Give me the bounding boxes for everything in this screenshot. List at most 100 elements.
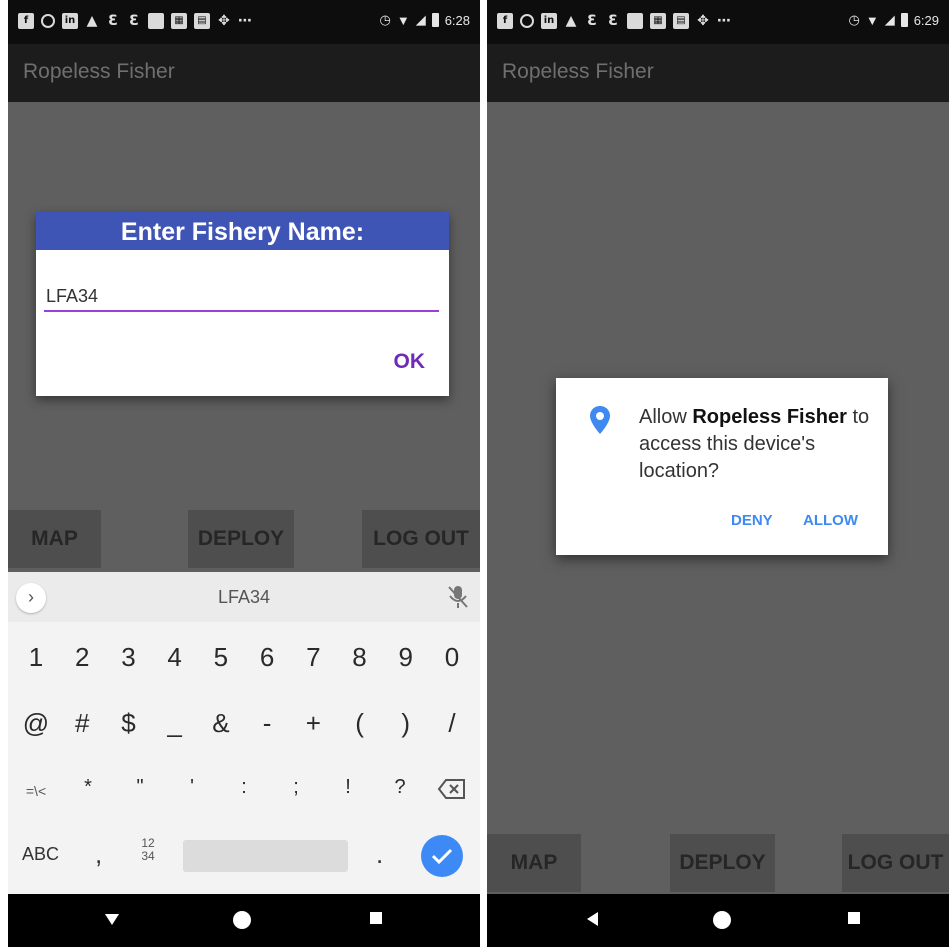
period-key[interactable]: . [376,839,383,870]
comma-key[interactable]: , [95,839,102,870]
mic-off-icon[interactable] [446,584,470,610]
more-notifications-icon: ⋯ [717,13,731,29]
key[interactable]: + [293,708,333,739]
status-bar: f in ▲ Ɛ Ɛ ▦ ▤ ✥ ⋯ ◷ ▼ ◢ 6:28 [8,0,480,44]
status-indicators: ◷ ▼ ◢ 6:28 [379,12,470,28]
deploy-button[interactable]: DEPLOY [188,510,294,568]
nyt-icon: Ɛ [108,13,118,29]
linkedin-icon: in [541,13,557,29]
keyboard-row-bottom: ABC , 12 34 . [8,835,480,877]
key[interactable]: ; [276,776,316,807]
check-icon [431,848,453,865]
gallery-icon: ▦ [171,13,187,29]
alarm-status-icon: ◷ [379,12,391,27]
news-icon: ▲ [86,13,98,29]
phone-screen-left: f in ▲ Ɛ Ɛ ▦ ▤ ✥ ⋯ ◷ ▼ ◢ 6:28 Ropeless F… [8,0,480,947]
keyboard-row-numbers: 1 2 3 4 5 6 7 8 9 0 [8,642,480,673]
key[interactable]: * [68,776,108,807]
app-bar: Ropeless Fisher [8,44,480,102]
key[interactable]: & [201,708,241,739]
numpad-key-bottom: 34 [141,849,155,863]
status-indicators: ◷ ▼ ◢ 6:29 [848,12,939,28]
key[interactable]: - [247,708,287,739]
linkedin-icon: in [62,13,78,29]
gallery-icon: ▦ [650,13,666,29]
key[interactable]: ) [386,708,426,739]
key[interactable]: 5 [201,642,241,673]
abc-key[interactable]: ABC [22,844,59,865]
navigation-bar [487,894,949,947]
key[interactable]: 2 [62,642,102,673]
key[interactable]: 6 [247,642,287,673]
location-pin-icon [590,406,610,434]
notification-icons: f in ▲ Ɛ Ɛ ▦ ▤ ✥ ⋯ [18,13,252,29]
key[interactable]: ? [380,776,420,807]
space-key[interactable] [183,840,348,872]
permission-message: Allow Ropeless Fisher to access this dev… [639,404,879,485]
fishery-name-dialog: Enter Fishery Name: OK [36,212,449,396]
facebook-icon: f [18,13,34,29]
back-icon[interactable] [583,909,603,929]
key[interactable]: 8 [340,642,380,673]
alarm-icon [41,14,55,28]
key[interactable]: : [224,776,264,807]
alarm-status-icon: ◷ [848,12,860,27]
suggestion-strip: › LFA34 [8,572,480,622]
pinwheel-icon: ✥ [218,13,230,29]
home-icon[interactable] [711,909,733,931]
phone-screen-right: f in ▲ Ɛ Ɛ ▦ ▤ ✥ ⋯ ◷ ▼ ◢ 6:29 Ropeless F… [487,0,949,947]
key[interactable]: $ [108,708,148,739]
app-bar: Ropeless Fisher [487,44,949,102]
square-app-icon [627,13,643,29]
backspace-key[interactable] [432,776,472,807]
signal-icon: ◢ [415,12,426,27]
app-title: Ropeless Fisher [23,60,175,83]
done-key[interactable] [421,835,463,877]
alarm-icon [520,14,534,28]
more-symbols-key[interactable]: =\< [16,776,56,807]
nyt-icon: Ɛ [587,13,597,29]
more-notifications-icon: ⋯ [238,13,252,29]
logout-button[interactable]: LOG OUT [362,510,480,568]
key[interactable]: 9 [386,642,426,673]
key[interactable]: # [62,708,102,739]
key[interactable]: ! [328,776,368,807]
key[interactable]: " [120,776,160,807]
signal-icon: ◢ [884,12,895,27]
ok-button[interactable]: OK [394,350,426,374]
recents-icon[interactable] [367,909,385,927]
calendar-icon: ▤ [194,13,210,29]
allow-button[interactable]: ALLOW [803,512,858,529]
deploy-button[interactable]: DEPLOY [670,834,775,892]
square-app-icon [148,13,164,29]
recents-icon[interactable] [845,909,863,927]
key[interactable]: _ [155,708,195,739]
fishery-name-input[interactable] [44,282,439,312]
logout-button[interactable]: LOG OUT [842,834,949,892]
key[interactable]: ( [340,708,380,739]
permission-app-name: Ropeless Fisher [692,406,847,428]
suggestion-word[interactable]: LFA34 [8,587,480,608]
key[interactable]: 7 [293,642,333,673]
back-triangle-icon[interactable] [102,909,122,929]
key[interactable]: 4 [155,642,195,673]
key[interactable]: 1 [16,642,56,673]
deny-button[interactable]: DENY [731,512,773,529]
map-button[interactable]: MAP [8,510,101,568]
status-bar: f in ▲ Ɛ Ɛ ▦ ▤ ✥ ⋯ ◷ ▼ ◢ 6:29 [487,0,949,44]
permission-prefix: Allow [639,406,687,428]
facebook-icon: f [497,13,513,29]
numpad-key[interactable]: 12 34 [138,837,158,863]
map-button[interactable]: MAP [487,834,581,892]
key[interactable]: 0 [432,642,472,673]
battery-icon [431,13,439,27]
key[interactable]: @ [16,708,56,739]
key[interactable]: ' [172,776,212,807]
key[interactable]: / [432,708,472,739]
home-icon[interactable] [231,909,253,931]
location-permission-dialog: Allow Ropeless Fisher to access this dev… [556,378,888,555]
app-title: Ropeless Fisher [502,60,654,83]
nyt-icon-2: Ɛ [129,13,139,29]
key[interactable]: 3 [108,642,148,673]
battery-icon [900,13,908,27]
